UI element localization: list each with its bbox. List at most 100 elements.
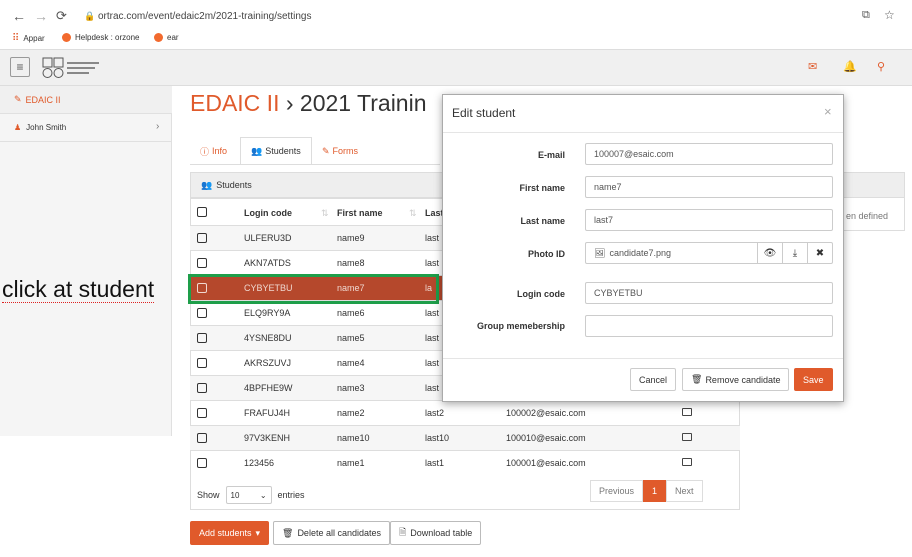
- reload-icon[interactable]: ⟳: [56, 8, 67, 24]
- col-header-login[interactable]: Login code: [244, 208, 292, 218]
- image-icon[interactable]: [682, 408, 692, 416]
- modal-divider: [443, 358, 843, 359]
- user-account-icon[interactable]: ⚲: [877, 60, 885, 73]
- users-icon: 👥: [251, 145, 263, 156]
- trash-icon: 🗑: [691, 374, 703, 384]
- button-label: Download table: [410, 528, 473, 538]
- tab-info[interactable]: ⓘ Info: [190, 137, 237, 165]
- bell-icon[interactable]: 🔔: [843, 60, 857, 73]
- cancel-button[interactable]: Cancel: [630, 368, 677, 391]
- close-icon: ✖: [815, 247, 825, 259]
- download-photo-button[interactable]: ⤓: [782, 243, 807, 263]
- select-all-checkbox[interactable]: [197, 207, 207, 217]
- back-icon[interactable]: ←: [12, 8, 26, 24]
- login-code-cell: FRAFUJ4H: [244, 408, 291, 418]
- close-icon[interactable]: ×: [824, 104, 832, 119]
- button-label: Delete all candidates: [297, 528, 381, 538]
- users-icon: 👥: [201, 179, 213, 190]
- tab-students[interactable]: 👥 Students: [240, 137, 312, 165]
- last-name-cell: last: [425, 383, 440, 393]
- col-header-last[interactable]: Last: [425, 208, 444, 218]
- delete-all-candidates-button[interactable]: 🗑 Delete all candidates: [273, 521, 390, 545]
- email-cell: 100001@esaic.com: [506, 458, 586, 468]
- menu-icon[interactable]: ≡: [10, 57, 30, 77]
- button-label: Add students: [199, 528, 252, 538]
- address-bar[interactable]: ortrac.com/event/edaic2m/2021-training/s…: [98, 11, 311, 22]
- login-code-cell: 4BPFHE9W: [244, 383, 293, 393]
- col-header-first[interactable]: First name: [337, 208, 383, 218]
- table-row[interactable]: 97V3KENH name10 last10 100010@esaic.com: [190, 425, 740, 450]
- helpdesk-icon: [62, 33, 71, 42]
- bookmark-label: ear: [167, 33, 179, 42]
- entries-select[interactable]: 10 ⌄: [225, 486, 272, 504]
- first-name-field[interactable]: name7: [585, 176, 833, 198]
- bookmark-star-icon[interactable]: ☆: [884, 8, 895, 22]
- last-name-cell: last1: [425, 458, 445, 468]
- group-membership-field[interactable]: [585, 315, 833, 337]
- remove-candidate-button[interactable]: 🗑 Remove candidate: [682, 368, 790, 391]
- add-students-button[interactable]: Add students ▾: [190, 521, 270, 545]
- sidebar-item-label: John Smith: [26, 123, 67, 132]
- row-checkbox[interactable]: [197, 333, 207, 343]
- row-checkbox[interactable]: [197, 458, 207, 468]
- button-label: Save: [803, 374, 824, 385]
- page-title-section: › 2021 Trainin: [279, 90, 427, 116]
- first-name-label: First name: [519, 183, 565, 193]
- image-icon[interactable]: [682, 458, 692, 466]
- next-page-button[interactable]: Next: [666, 480, 703, 502]
- login-code-cell: 4YSNE8DU: [244, 333, 292, 343]
- sidebar-item-label: EDAIC II: [25, 94, 61, 105]
- row-checkbox[interactable]: [197, 358, 207, 368]
- bookmark-ear[interactable]: ear: [154, 33, 179, 42]
- email-cell: 100002@esaic.com: [506, 408, 586, 418]
- view-photo-button[interactable]: 👁: [757, 243, 782, 263]
- page-length-control: Show 10 ⌄ entries: [197, 486, 305, 504]
- tab-label: Info: [212, 146, 228, 156]
- login-code-cell: ULFERU3D: [244, 233, 292, 243]
- translate-icon[interactable]: ⧉: [862, 9, 870, 22]
- remove-photo-button[interactable]: ✖: [807, 243, 832, 263]
- sidebar-item-user[interactable]: ♟ John Smith: [0, 114, 172, 142]
- table-row[interactable]: 123456 name1 last1 100001@esaic.com: [190, 450, 740, 475]
- row-checkbox[interactable]: [197, 308, 207, 318]
- chevron-right-icon[interactable]: ›: [156, 121, 159, 132]
- first-name-cell: name5: [337, 333, 365, 343]
- bookmark-apps[interactable]: ⠿ Appar: [12, 33, 45, 44]
- table-row[interactable]: FRAFUJ4H name2 last2 100002@esaic.com: [190, 400, 740, 425]
- page-title-event: EDAIC II: [190, 90, 280, 116]
- page-1-button[interactable]: 1: [643, 480, 667, 502]
- user-icon: ♟: [14, 123, 22, 132]
- login-code-field[interactable]: CYBYETBU: [585, 282, 833, 304]
- photo-filename[interactable]: 🖼 candidate7.png: [586, 243, 757, 263]
- row-checkbox[interactable]: [197, 233, 207, 243]
- mail-icon[interactable]: ✉: [808, 60, 817, 73]
- forward-icon[interactable]: →: [34, 8, 48, 24]
- previous-page-button[interactable]: Previous: [590, 480, 644, 502]
- tab-divider: [190, 164, 440, 165]
- save-button[interactable]: Save: [794, 368, 833, 391]
- row-checkbox[interactable]: [197, 408, 207, 418]
- last-name-cell: last2: [425, 408, 445, 418]
- sort-icon: ⇅: [409, 208, 417, 218]
- email-field[interactable]: 100007@esaic.com: [585, 143, 833, 165]
- first-name-cell: name10: [337, 433, 370, 443]
- first-name-cell: name6: [337, 308, 365, 318]
- last-name-label: Last name: [520, 216, 565, 226]
- photo-id-field: 🖼 candidate7.png 👁 ⤓ ✖: [585, 242, 833, 264]
- page-title: EDAIC II › 2021 Trainin: [190, 90, 427, 117]
- eye-icon: 👁: [763, 247, 777, 259]
- sidebar-item-edaic[interactable]: ✎ EDAIC II: [0, 86, 172, 114]
- email-cell: 100010@esaic.com: [506, 433, 586, 443]
- row-checkbox[interactable]: [197, 433, 207, 443]
- ear-icon: [154, 33, 163, 42]
- annotation-label: click at student: [2, 276, 155, 303]
- row-checkbox[interactable]: [197, 383, 207, 393]
- download-table-button[interactable]: 🗎 Download table: [390, 521, 482, 545]
- bookmark-helpdesk[interactable]: Helpdesk : orzone: [62, 33, 139, 42]
- panel-title: Students: [216, 180, 252, 190]
- row-checkbox[interactable]: [197, 258, 207, 268]
- last-name-field[interactable]: last7: [585, 209, 833, 231]
- tab-forms[interactable]: ✎ Forms: [312, 137, 368, 165]
- last-name-cell: last: [425, 333, 440, 343]
- image-icon[interactable]: [682, 433, 692, 441]
